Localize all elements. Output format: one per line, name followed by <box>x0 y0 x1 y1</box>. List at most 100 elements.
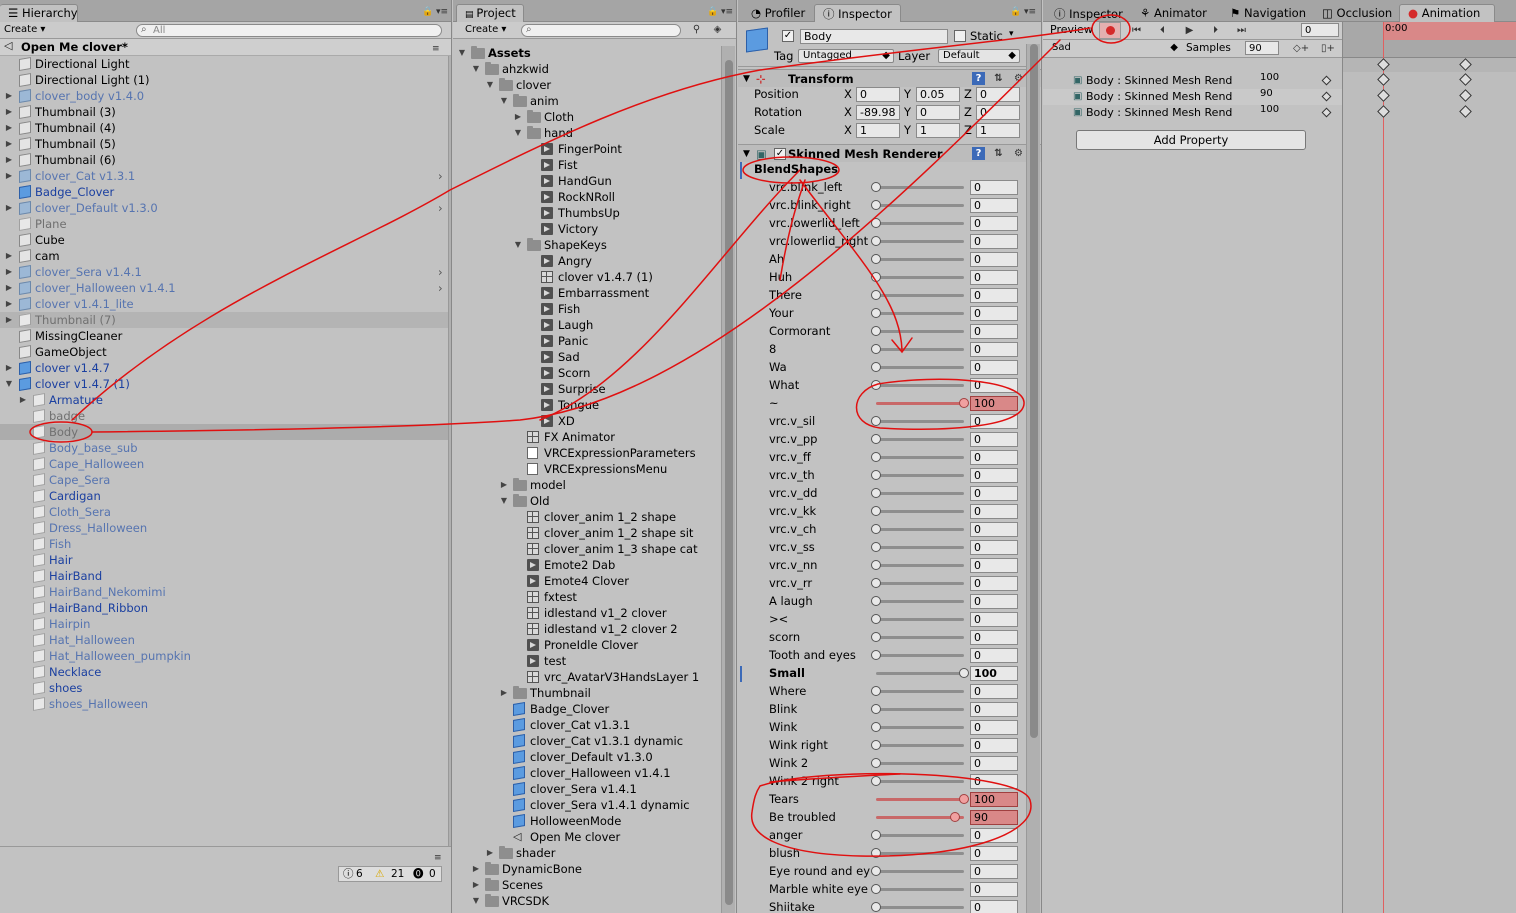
hierarchy-row[interactable]: ▶ clover_Default v1.3.0 › <box>0 200 451 216</box>
collapsed-arrow-icon[interactable]: ▶ <box>4 152 14 168</box>
blendshape-slider-track[interactable] <box>876 744 964 747</box>
blendshape-slider-track[interactable] <box>876 204 964 207</box>
blendshape-slider-knob[interactable] <box>871 578 881 588</box>
blendshape-value-field[interactable]: 0 <box>970 432 1018 447</box>
hierarchy-row[interactable]: badge <box>0 408 451 424</box>
inspector-scroll-thumb[interactable] <box>1030 44 1038 738</box>
keyframe-diamond-icon[interactable] <box>1321 75 1332 86</box>
project-item[interactable]: fxtest <box>453 589 736 605</box>
blendshape-slider-knob[interactable] <box>871 902 881 912</box>
blendshape-slider-track[interactable] <box>876 240 964 243</box>
blendshape-value-field[interactable]: 0 <box>970 900 1018 913</box>
foldout-arrow-icon[interactable]: ▼ <box>743 70 750 88</box>
collapsed-arrow-icon[interactable]: ▶ <box>4 120 14 136</box>
hierarchy-row[interactable]: shoes_Halloween <box>0 696 451 712</box>
project-item[interactable]: Victory <box>453 221 736 237</box>
hierarchy-row[interactable]: ▶ Thumbnail (3) <box>0 104 451 120</box>
project-item[interactable]: clover_Cat v1.3.1 dynamic <box>453 733 736 749</box>
blendshape-value-field[interactable]: 0 <box>970 558 1018 573</box>
project-item[interactable]: ▼ ShapeKeys <box>453 237 736 253</box>
project-item[interactable]: Embarrassment <box>453 285 736 301</box>
blendshape-slider-knob[interactable] <box>871 272 881 282</box>
collapsed-arrow-icon[interactable]: ▶ <box>513 109 523 125</box>
create-dropdown[interactable]: Create ▾ <box>0 23 49 37</box>
project-item[interactable]: Fist <box>453 157 736 173</box>
panel-menu-icon[interactable]: ▾≡ <box>1024 7 1036 17</box>
blendshape-slider-track[interactable] <box>876 528 964 531</box>
project-item[interactable]: Sad <box>453 349 736 365</box>
blendshape-value-field[interactable]: 0 <box>970 180 1018 195</box>
collapsed-arrow-icon[interactable]: ▶ <box>4 136 14 152</box>
blendshape-value-field[interactable]: 0 <box>970 540 1018 555</box>
blendshape-slider-track[interactable] <box>876 510 964 513</box>
project-item[interactable]: vrc_AvatarV3HandsLayer 1 <box>453 669 736 685</box>
transform-header[interactable]: ▼ ⊹ Transform ? ⇅ ⚙ <box>738 69 1041 87</box>
blendshape-value-field[interactable]: 0 <box>970 360 1018 375</box>
transform-scale-x-field[interactable]: 1 <box>856 123 900 138</box>
expanded-arrow-icon[interactable]: ▼ <box>485 77 495 93</box>
blendshape-slider-track[interactable] <box>876 762 964 765</box>
blendshape-value-field[interactable]: 90 <box>970 810 1018 825</box>
transform-position-z-field[interactable]: 0 <box>976 87 1020 102</box>
collapsed-arrow-icon[interactable]: ▶ <box>4 280 14 296</box>
project-item[interactable]: ProneIdle Clover <box>453 637 736 653</box>
blendshape-slider-knob[interactable] <box>871 524 881 534</box>
panel-menu-icon[interactable]: ▾≡ <box>436 7 448 17</box>
static-checkbox[interactable] <box>954 30 966 42</box>
expanded-arrow-icon[interactable]: ▼ <box>513 125 523 141</box>
project-item[interactable]: clover_anim 1_3 shape cat <box>453 541 736 557</box>
blendshape-slider-track[interactable] <box>876 582 964 585</box>
project-item[interactable]: VRCExpressionsMenu <box>453 461 736 477</box>
project-item[interactable]: Panic <box>453 333 736 349</box>
project-item[interactable]: clover_Sera v1.4.1 <box>453 781 736 797</box>
tab-animation[interactable]: ● Animation <box>1399 4 1495 22</box>
blendshape-value-field[interactable]: 100 <box>970 792 1018 807</box>
blendshape-slider-track[interactable] <box>876 474 964 477</box>
hierarchy-row[interactable]: ▶ clover_body v1.4.0 <box>0 88 451 104</box>
collapsed-arrow-icon[interactable]: ▶ <box>471 861 481 877</box>
collapsed-arrow-icon[interactable]: ▶ <box>4 360 14 376</box>
add-keyframe-icon[interactable]: ◇+ <box>1293 42 1309 55</box>
blendshape-slider-knob[interactable] <box>871 308 881 318</box>
project-item[interactable]: Surprise <box>453 381 736 397</box>
keyframe-diamond-icon[interactable] <box>1321 107 1332 118</box>
project-item[interactable]: FX Animator <box>453 429 736 445</box>
chevron-right-icon[interactable]: › <box>438 200 443 216</box>
project-item[interactable]: clover_Default v1.3.0 <box>453 749 736 765</box>
play-icon[interactable]: ▶ <box>1183 24 1196 37</box>
collapsed-arrow-icon[interactable]: ▶ <box>4 88 14 104</box>
blendshape-slider-knob[interactable] <box>871 326 881 336</box>
create-dropdown[interactable]: Create ▾ <box>461 23 510 37</box>
project-item[interactable]: ▶ Cloth <box>453 109 736 125</box>
blendshape-slider-track[interactable] <box>876 294 964 297</box>
blendshape-slider-track[interactable] <box>876 276 964 279</box>
hierarchy-row[interactable]: ▶ clover v1.4.7 <box>0 360 451 376</box>
blendshape-slider-track[interactable] <box>876 600 964 603</box>
scene-menu-icon[interactable]: ≡ <box>432 41 440 57</box>
blendshape-value-field[interactable]: 0 <box>970 342 1018 357</box>
collapsed-arrow-icon[interactable]: ▶ <box>4 104 14 120</box>
blendshape-slider-track[interactable] <box>876 348 964 351</box>
scene-header[interactable]: ◁ Open Me clover* ≡ <box>0 39 451 56</box>
collapsed-arrow-icon[interactable]: ▶ <box>4 264 14 280</box>
project-item[interactable]: HolloweenMode <box>453 813 736 829</box>
hierarchy-row[interactable]: GameObject <box>0 344 451 360</box>
expanded-arrow-icon[interactable]: ▼ <box>457 45 467 61</box>
blendshape-slider-track[interactable] <box>876 456 964 459</box>
hierarchy-row[interactable]: shoes <box>0 680 451 696</box>
project-item[interactable]: HandGun <box>453 173 736 189</box>
blendshape-slider-track[interactable] <box>876 186 964 189</box>
hierarchy-row[interactable]: Plane <box>0 216 451 232</box>
blendshape-value-field[interactable]: 0 <box>970 216 1018 231</box>
blendshape-slider-track[interactable] <box>876 312 964 315</box>
blendshape-slider-knob[interactable] <box>871 254 881 264</box>
project-item[interactable]: idlestand v1_2 clover <box>453 605 736 621</box>
expanded-arrow-icon[interactable]: ▼ <box>513 237 523 253</box>
hierarchy-row[interactable]: ▶ clover_Sera v1.4.1 › <box>0 264 451 280</box>
warning-icon[interactable]: ⚠ <box>375 867 384 881</box>
chevron-right-icon[interactable]: › <box>438 168 443 184</box>
blendshape-value-field[interactable]: 0 <box>970 522 1018 537</box>
smr-enabled-checkbox[interactable]: ✓ <box>774 148 786 160</box>
blendshape-value-field[interactable]: 0 <box>970 684 1018 699</box>
expanded-arrow-icon[interactable]: ▼ <box>471 61 481 77</box>
